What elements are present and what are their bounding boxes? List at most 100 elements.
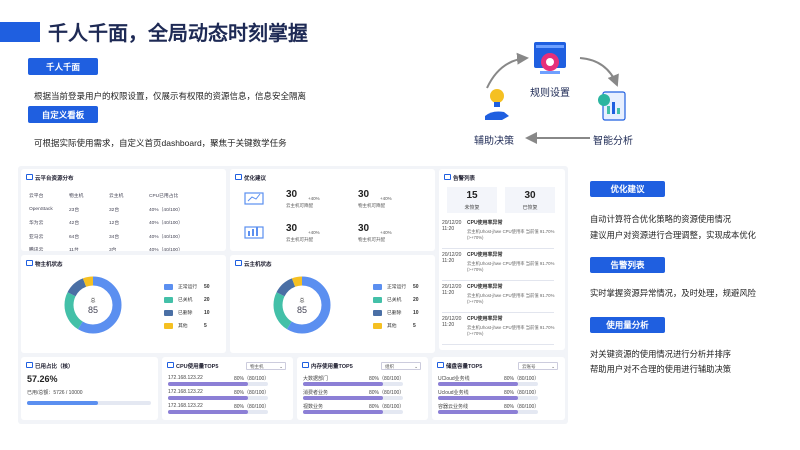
legend-item[interactable]: 正常运行 50 [164, 283, 210, 290]
tag-custom-board: 自定义看板 [28, 106, 98, 123]
alarm-text: 云主机Uhost-jhwe CPU使用率 当前值 91.70%(>+70%) [467, 229, 555, 240]
alarm-text: 云主机Uhost-jhwe CPU使用率 当前值 91.70%(>+70%) [467, 261, 555, 272]
cloud-distribution-table: 云平台 物主机 云主机 CPU已用占比 OpenStack 23台 32台 40%（40/10… [29, 189, 189, 251]
table-cell: 华为云 [29, 221, 44, 227]
divider [442, 344, 554, 345]
desc-alarm-1: 实时掌握资源异常情况，及时处理，规避风险 [590, 288, 756, 298]
used-detail: 已用/总额：5726 / 10000 [27, 390, 83, 396]
legend-label: 已关机 [178, 298, 193, 303]
gear-settings-icon [534, 42, 566, 74]
dashboard-screenshot: 云平台资源分布 云平台 物主机 云主机 CPU已用占比 OpenStack 23台 32台 4… [18, 166, 568, 424]
page-title: 千人千面，全局动态时刻掌握 [48, 23, 308, 45]
alarm-item[interactable]: 20/12/20 11:20 CPU使用率异常 云主机Uhost-jhwe CPU使用… [442, 219, 554, 249]
tag-optimize: 优化建议 [590, 181, 665, 197]
alarm-item[interactable]: 20/12/20 11:20 CPU使用率异常 云主机Uhost-jhwe CPU使用… [442, 251, 554, 281]
legend-item[interactable]: 已删除 10 [164, 309, 210, 316]
table-header-row: 云平台 物主机 云主机 CPU已用占比 [29, 189, 189, 203]
item-name: UCloud业务线 [438, 376, 470, 382]
alarm-item[interactable]: 20/12/20 11:20 CPU使用率异常 云主机Uhost-jhwe CPU使用… [442, 283, 554, 313]
donut-center-value: 85 [296, 305, 307, 315]
opt-pct-1: +40% [308, 196, 320, 201]
chevron-down-icon: ⌄ [414, 364, 418, 369]
desc-optimize-2: 建议用户对资源进行合理调整，实现成本优化 [590, 230, 756, 240]
storage-scope-select[interactable]: 云账号 ⌄ [518, 362, 558, 370]
card-title: 内存使用量TOP5 [311, 364, 353, 370]
cycle-label-decision: 辅助决策 [474, 136, 514, 147]
item-value: 80%（80/100） [369, 376, 405, 382]
legend-item[interactable]: 其他 5 [164, 322, 207, 329]
memory-scope-select[interactable]: 组织 ⌄ [381, 362, 421, 370]
legend-item[interactable]: 其他 5 [373, 322, 416, 329]
unrecovered-label: 未恢复 [464, 205, 480, 211]
legend-value: 5 [413, 322, 416, 329]
cycle-label-analysis: 智能分析 [593, 136, 633, 147]
table-row: OpenStack 23台 32台 40%（40/100） [29, 203, 189, 217]
divider [442, 248, 554, 249]
chip-icon [26, 362, 33, 368]
disk-icon [437, 362, 444, 368]
analysis-report-icon [598, 91, 626, 121]
list-icon [26, 174, 33, 180]
recovered-box[interactable]: 30 已恢复 [505, 187, 555, 213]
card-alarm-list: 告警列表 15 未恢复 30 已恢复 20/12/20 11:20 CPU使用率异常… [439, 169, 565, 350]
legend-item[interactable]: 已关机 20 [164, 296, 210, 303]
item-value: 80%（80/100） [369, 404, 405, 410]
legend-swatch [373, 309, 382, 316]
legend-label: 正常运行 [178, 285, 198, 290]
downgrade-server-icon [244, 192, 264, 205]
list-item: 视数业务 80%（80/100） [303, 403, 423, 416]
item-name: 172.168.123.22 [168, 375, 203, 381]
cpu-icon [167, 362, 174, 368]
table-cell: 3台 [109, 248, 117, 251]
legend-swatch [164, 322, 173, 329]
item-name: 172.168.123.22 [168, 403, 203, 409]
cloud-server-icon [235, 260, 242, 266]
tag-usage: 使用量分析 [590, 317, 665, 333]
item-value: 80%（80/100） [369, 390, 405, 396]
desc-usage-2: 帮助用户对不合理的使用进行辅助决策 [590, 364, 732, 374]
storage-scope-value: 云账号 [522, 364, 536, 369]
donut-center-label: 总 [299, 298, 305, 304]
donut-center-label: 总 [90, 298, 96, 304]
item-name: 大数据部门 [303, 376, 329, 382]
title-accent-bar [0, 22, 40, 42]
list-item: 大数据部门 80%（80/100） [303, 375, 423, 388]
item-name: 172.168.123.22 [168, 389, 203, 395]
card-cpu-top5: CPU使用量TOP5 物主机 ⌄ 172.168.123.22 80%（80/100… [162, 357, 293, 420]
card-used-ratio: 已用占比（核） 57.26% 已用/总额：5726 / 10000 [21, 357, 158, 420]
legend-swatch [164, 283, 173, 290]
item-name: 容器云业务线 [438, 404, 469, 410]
legend-value: 10 [204, 309, 210, 316]
alarm-item[interactable]: 20/12/20 11:20 CPU使用率异常 云主机Uhost-jhwe CPU使用… [442, 315, 554, 345]
card-title: 云主机状态 [244, 262, 272, 268]
item-value: 80%（80/100） [504, 376, 540, 382]
table-cell: 42台 [69, 221, 80, 227]
table-cell: 40%（40/100） [149, 234, 183, 240]
table-cell: 腾讯云 [29, 248, 44, 251]
memory-scope-value: 组织 [385, 364, 394, 369]
card-storage-top5: 储盘容量TOP5 云账号 ⌄ UCloud业务线 80%（80/100） Ucloud… [432, 357, 565, 420]
legend-swatch [373, 283, 382, 290]
bar-fill [438, 396, 518, 400]
bar-fill [168, 410, 248, 414]
legend-swatch [164, 309, 173, 316]
table-cell: 12台 [109, 221, 120, 227]
opt-pct-3: +40% [308, 230, 320, 235]
cpu-scope-select[interactable]: 物主机 ⌄ [246, 362, 286, 370]
card-title: 储盘容量TOP5 [446, 364, 483, 370]
item-value: 80%（80/100） [504, 390, 540, 396]
opt-pct-4: +40% [380, 230, 392, 235]
legend-item[interactable]: 已删除 10 [373, 309, 419, 316]
legend-item[interactable]: 已关机 20 [373, 296, 419, 303]
legend-label: 已关机 [387, 298, 402, 303]
legend-item[interactable]: 正常运行 50 [373, 283, 419, 290]
opt-num-1: 30 [286, 189, 298, 200]
alarm-time: 11:20 [442, 258, 455, 264]
legend-swatch [373, 322, 382, 329]
divider [442, 280, 554, 281]
bulb-icon [235, 174, 242, 180]
cycle-label-rules: 规则设置 [530, 88, 570, 99]
list-item: Ucloud业务线 80%（80/100） [438, 389, 558, 402]
bar-fill [168, 382, 248, 386]
unrecovered-box[interactable]: 15 未恢复 [447, 187, 497, 213]
